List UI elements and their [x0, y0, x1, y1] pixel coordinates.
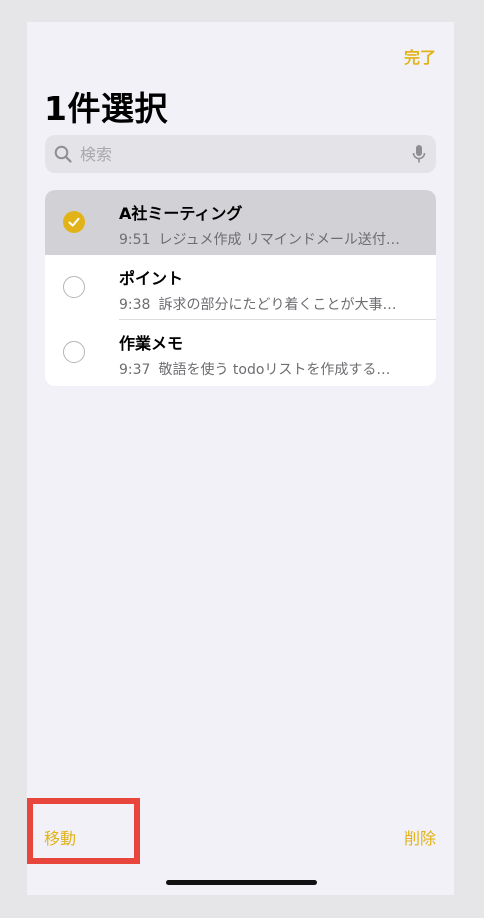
notes-screen: 完了 1件選択 A社ミーティング 9:51 レジュメ作成 リマインドメール送付… — [27, 22, 454, 895]
search-bar[interactable] — [45, 135, 436, 173]
unselected-circle-icon[interactable] — [63, 276, 85, 298]
page-title: 1件選択 — [44, 89, 168, 128]
note-row-a-meeting[interactable]: A社ミーティング 9:51 レジュメ作成 リマインドメール送付… — [45, 190, 436, 255]
note-time: 9:37 — [119, 362, 151, 378]
note-time: 9:38 — [119, 297, 151, 313]
microphone-icon[interactable] — [412, 144, 426, 164]
notes-list: A社ミーティング 9:51 レジュメ作成 リマインドメール送付… ポイント 9:3… — [45, 190, 436, 386]
note-row-work-memo[interactable]: 作業メモ 9:37 敬語を使う todoリストを作成する… — [45, 320, 436, 385]
note-subtitle: 9:51 レジュメ作成 リマインドメール送付… — [119, 229, 424, 249]
note-subtitle: 9:37 敬語を使う todoリストを作成する… — [119, 359, 424, 379]
note-preview: 訴求の部分にたどり着くことが大事… — [158, 297, 397, 313]
home-indicator[interactable] — [166, 880, 317, 885]
delete-button[interactable]: 削除 — [404, 825, 436, 849]
note-row-point[interactable]: ポイント 9:38 訴求の部分にたどり着くことが大事… — [45, 255, 436, 320]
note-preview: レジュメ作成 リマインドメール送付… — [158, 232, 400, 248]
unselected-circle-icon[interactable] — [63, 341, 85, 363]
note-title: 作業メモ — [119, 334, 184, 353]
note-subtitle: 9:38 訴求の部分にたどり着くことが大事… — [119, 294, 424, 314]
note-time: 9:51 — [119, 232, 151, 248]
selected-checkmark-icon[interactable] — [63, 211, 85, 233]
done-button[interactable]: 完了 — [404, 44, 436, 68]
highlight-box — [27, 798, 140, 864]
search-icon — [54, 145, 72, 163]
note-title: A社ミーティング — [119, 204, 243, 223]
note-title: ポイント — [119, 269, 184, 288]
search-input[interactable] — [78, 143, 402, 165]
note-preview: 敬語を使う todoリストを作成する… — [158, 362, 391, 378]
